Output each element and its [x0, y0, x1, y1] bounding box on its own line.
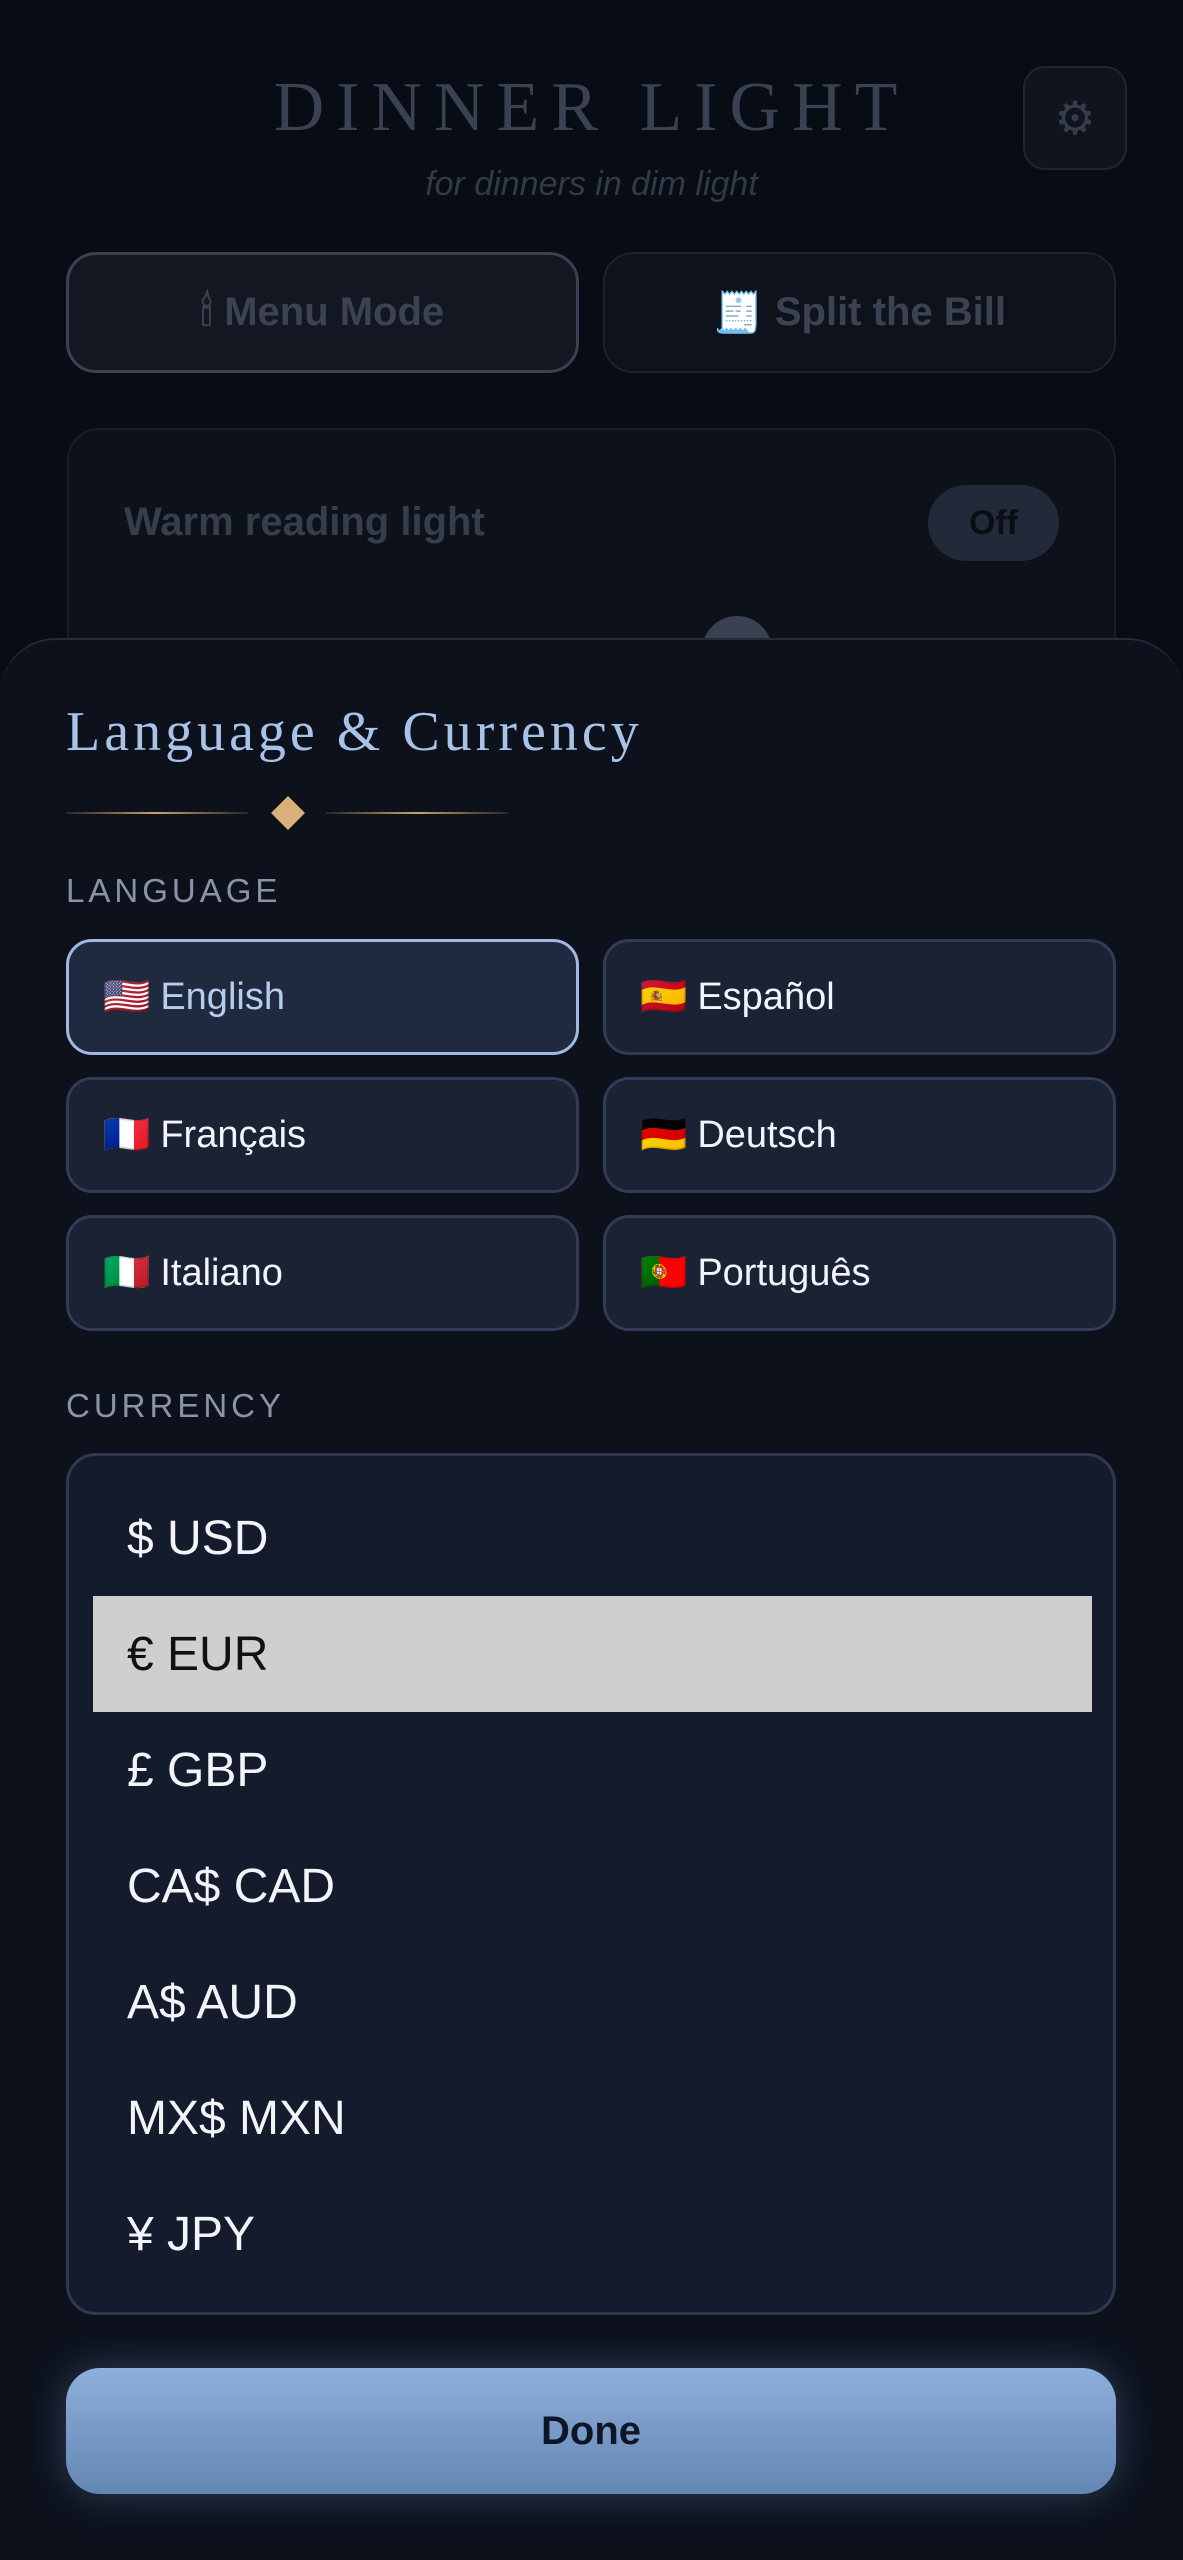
language-option-espanol[interactable]: 🇪🇸 Español [603, 939, 1116, 1055]
menu-mode-button[interactable]: 🕯 Menu Mode [66, 252, 579, 373]
it-flag-icon: 🇮🇹 [103, 1252, 151, 1294]
language-option-italiano[interactable]: 🇮🇹 Italiano [66, 1215, 579, 1331]
de-flag-icon: 🇩🇪 [640, 1114, 688, 1156]
currency-option-jpy[interactable]: ¥ JPY [93, 2176, 1092, 2292]
currency-section-label: CURRENCY [66, 1387, 286, 1424]
language-option-label: English [160, 975, 285, 1018]
background-app: DINNER LIGHT for dinners in dim light ⚙ … [0, 0, 1183, 700]
split-bill-label: Split the Bill [774, 290, 1006, 334]
candle-icon: 🕯 [200, 290, 213, 334]
fr-flag-icon: 🇫🇷 [103, 1114, 151, 1156]
es-flag-icon: 🇪🇸 [640, 976, 688, 1018]
divider-right [326, 812, 508, 814]
language-option-label: Español [697, 975, 835, 1018]
menu-mode-label: Menu Mode [224, 290, 445, 334]
language-option-label: Português [697, 1251, 871, 1294]
language-section-label: LANGUAGE [66, 872, 282, 909]
currency-option-cad[interactable]: CA$ CAD [93, 1828, 1092, 1944]
divider-left [66, 812, 248, 814]
settings-button[interactable]: ⚙ [1023, 66, 1127, 170]
pt-flag-icon: 🇵🇹 [640, 1252, 688, 1294]
warm-light-label: Warm reading light [124, 500, 485, 544]
currency-option-usd[interactable]: $ USD [93, 1480, 1092, 1596]
us-flag-icon: 🇺🇸 [103, 976, 151, 1018]
language-option-label: Italiano [160, 1251, 283, 1294]
app-title: DINNER LIGHT [273, 69, 910, 146]
language-option-english[interactable]: 🇺🇸 English [66, 939, 579, 1055]
gear-icon: ⚙ [1054, 92, 1096, 144]
receipt-icon: 🧾 [713, 291, 763, 335]
sheet-title: Language & Currency [66, 701, 643, 763]
currency-option-gbp[interactable]: £ GBP [93, 1712, 1092, 1828]
split-bill-button[interactable]: 🧾 Split the Bill [603, 252, 1116, 373]
currency-option-aud[interactable]: A$ AUD [93, 1944, 1092, 2060]
currency-listbox[interactable]: $ USD € EUR £ GBP CA$ CAD A$ AUD MX$ MXN… [66, 1453, 1116, 2315]
warm-light-toggle[interactable]: Off [928, 485, 1059, 561]
app-subtitle: for dinners in dim light [425, 165, 758, 203]
language-option-label: Français [160, 1113, 307, 1156]
currency-option-eur[interactable]: € EUR [93, 1596, 1092, 1712]
done-button[interactable]: Done [66, 2368, 1116, 2494]
language-option-francais[interactable]: 🇫🇷 Français [66, 1077, 579, 1193]
language-option-deutsch[interactable]: 🇩🇪 Deutsch [603, 1077, 1116, 1193]
language-option-portugues[interactable]: 🇵🇹 Português [603, 1215, 1116, 1331]
currency-option-mxn[interactable]: MX$ MXN [93, 2060, 1092, 2176]
language-option-label: Deutsch [697, 1113, 837, 1156]
